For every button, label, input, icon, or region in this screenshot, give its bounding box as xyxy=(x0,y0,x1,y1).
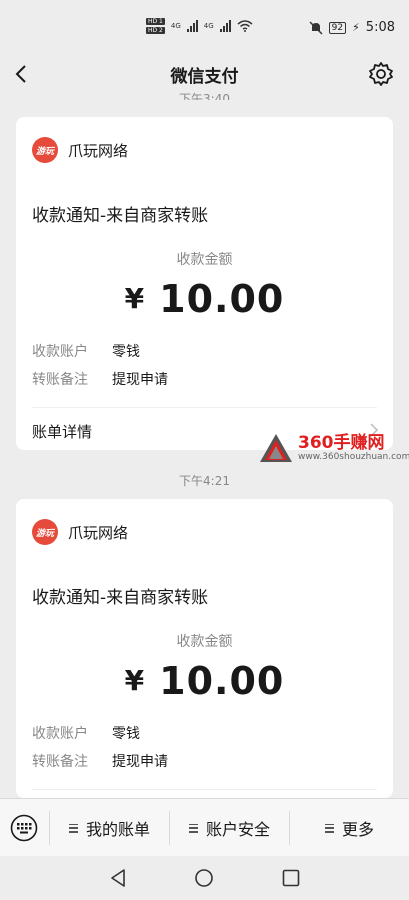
menu-icon xyxy=(188,823,198,833)
message-time: 下午4:21 xyxy=(179,474,230,488)
amount-label: 收款金额 xyxy=(176,634,233,650)
status-right: 92 ⚡ 5:08 xyxy=(309,20,395,35)
notification-title: 收款通知-来自商家转账 xyxy=(32,588,209,608)
amount-value: 10.00 xyxy=(159,277,285,321)
note-value: 提现申请 xyxy=(112,754,168,770)
signal-icon xyxy=(219,20,231,32)
charging-icon: ⚡ xyxy=(352,21,360,34)
wifi-icon xyxy=(237,20,253,32)
net2-label: 4G xyxy=(203,22,214,30)
bottom-menu-bar: 我的账单 账户安全 更多 xyxy=(0,798,409,856)
currency-symbol: ¥ xyxy=(124,664,146,697)
system-home-icon[interactable] xyxy=(194,868,214,888)
mute-bell-icon xyxy=(309,20,323,35)
watermark: 360手赚网 www.360shouzhuan.com xyxy=(258,432,409,464)
note-value: 提现申请 xyxy=(112,372,168,388)
note-row: 转账备注 提现申请 xyxy=(32,369,168,389)
system-recents-icon[interactable] xyxy=(282,869,300,887)
divider xyxy=(32,407,377,408)
signal-icon xyxy=(186,20,198,32)
clock: 5:08 xyxy=(365,20,395,35)
amount-display: ¥10.00 xyxy=(16,659,393,703)
amount-display: ¥10.00 xyxy=(16,277,393,321)
page-title: 微信支付 xyxy=(170,67,239,87)
merchant-name: 爪玩网络 xyxy=(68,523,129,542)
system-back-icon[interactable] xyxy=(108,868,128,888)
note-label: 转账备注 xyxy=(32,372,88,388)
bill-detail-link[interactable]: 账单详情 xyxy=(32,421,92,442)
system-nav-bar xyxy=(0,856,409,900)
watermark-text: 360手赚网 xyxy=(298,433,385,453)
watermark-logo-icon xyxy=(260,434,292,462)
note-row: 转账备注 提现申请 xyxy=(32,751,168,771)
hd2-badge: HD 2 xyxy=(146,27,165,34)
tab-label: 我的账单 xyxy=(85,820,150,839)
watermark-url: www.360shouzhuan.com xyxy=(298,452,409,462)
note-label: 转账备注 xyxy=(32,754,88,770)
tab-label: 账户安全 xyxy=(205,820,270,839)
account-value: 零钱 xyxy=(112,726,140,742)
net1-label: 4G xyxy=(170,22,181,30)
account-value: 零钱 xyxy=(112,344,140,360)
merchant-name: 爪玩网络 xyxy=(68,141,129,160)
card-header: 游玩 爪玩网络 xyxy=(32,519,128,545)
tab-account-security[interactable]: 账户安全 xyxy=(170,799,289,857)
tab-my-bills[interactable]: 我的账单 xyxy=(50,799,169,857)
gear-icon[interactable] xyxy=(367,60,395,88)
notification-title: 收款通知-来自商家转账 xyxy=(32,206,209,226)
account-label: 收款账户 xyxy=(32,344,88,360)
message-time: 下午3:40 xyxy=(179,92,230,100)
hd1-badge: HD 1 xyxy=(146,18,165,25)
account-row: 收款账户 零钱 xyxy=(32,723,140,743)
amount-label: 收款金额 xyxy=(176,252,233,268)
amount-value: 10.00 xyxy=(159,659,285,703)
card-header: 游玩 爪玩网络 xyxy=(32,137,128,163)
status-bar: HD 1 HD 2 4G 4G 92 ⚡ 5:08 xyxy=(0,0,409,52)
keyboard-icon[interactable] xyxy=(10,814,38,842)
currency-symbol: ¥ xyxy=(124,282,146,315)
menu-icon xyxy=(68,823,78,833)
merchant-logo: 游玩 xyxy=(32,137,58,163)
divider xyxy=(32,789,377,790)
menu-icon xyxy=(324,823,334,833)
payment-card[interactable]: 游玩 爪玩网络 收款通知-来自商家转账 收款金额 ¥10.00 收款账户 零钱 … xyxy=(16,117,393,450)
tab-label: 更多 xyxy=(341,820,374,839)
merchant-logo: 游玩 xyxy=(32,519,58,545)
payment-card[interactable]: 游玩 爪玩网络 收款通知-来自商家转账 收款金额 ¥10.00 收款账户 零钱 … xyxy=(16,499,393,798)
network-indicators: HD 1 HD 2 4G 4G xyxy=(146,18,253,34)
account-row: 收款账户 零钱 xyxy=(32,341,140,361)
battery-level: 92 xyxy=(328,21,347,34)
tab-more[interactable]: 更多 xyxy=(290,799,409,857)
account-label: 收款账户 xyxy=(32,726,88,742)
